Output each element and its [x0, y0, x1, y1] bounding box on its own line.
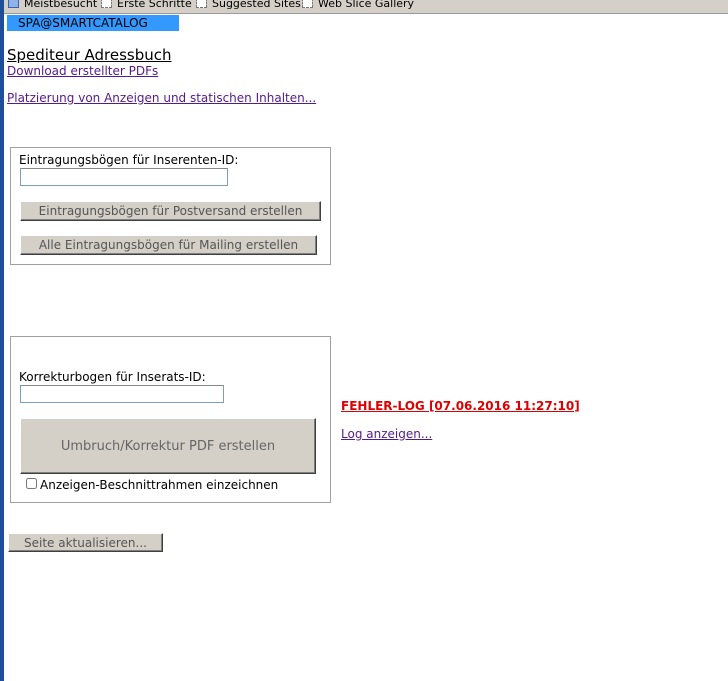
- error-log-link[interactable]: FEHLER-LOG [07.06.2016 11:27:10]: [341, 399, 580, 413]
- create-mailing-forms-button[interactable]: Alle Eintragungsbögen für Mailing erstel…: [20, 235, 317, 255]
- crop-frame-label: Anzeigen-Beschnittrahmen einzeichnen: [40, 478, 279, 492]
- advertiser-id-input[interactable]: [20, 168, 228, 186]
- show-log-link[interactable]: Log anzeigen...: [341, 427, 432, 441]
- bookmark-label: Web Slice Gallery: [318, 0, 415, 10]
- page-icon: [8, 0, 19, 8]
- page-title: Spediteur Adressbuch: [7, 46, 172, 64]
- advertiser-id-label: Eintragungsbögen für Inserenten-ID:: [19, 153, 239, 167]
- bookmark-web-slice-gallery[interactable]: Web Slice Gallery: [302, 0, 414, 11]
- create-postal-forms-button[interactable]: Eintragungsbögen für Postversand erstell…: [20, 201, 321, 221]
- bookmark-icon: [101, 0, 112, 8]
- crop-frame-checkbox[interactable]: [26, 478, 37, 489]
- correction-panel: Korrekturbogen für Inserats-ID: Umbruch/…: [10, 336, 331, 503]
- app-banner: SPA@SMARTCATALOG: [7, 15, 179, 31]
- ad-id-input[interactable]: [20, 385, 224, 403]
- create-correction-pdf-button[interactable]: Umbruch/Korrektur PDF erstellen: [20, 418, 316, 474]
- bookmark-label: Erste Schritte: [117, 0, 192, 10]
- ad-id-label: Korrekturbogen für Inserats-ID:: [19, 370, 206, 384]
- bookmark-most-visited[interactable]: Meistbesucht: [8, 0, 97, 11]
- download-pdfs-link[interactable]: Download erstellter PDFs: [7, 64, 158, 78]
- bookmark-label: Meistbesucht: [24, 0, 98, 10]
- bookmark-suggested-sites[interactable]: Suggested Sites: [196, 0, 301, 11]
- bookmark-icon: [302, 0, 313, 8]
- bookmark-icon: [196, 0, 207, 8]
- entry-forms-panel: Eintragungsbögen für Inserenten-ID: Eint…: [10, 147, 331, 265]
- bookmarks-toolbar: Meistbesucht Erste Schritte Suggested Si…: [4, 0, 728, 14]
- ad-placement-link[interactable]: Platzierung von Anzeigen und statischen …: [7, 91, 316, 105]
- window-left-border: [0, 0, 4, 681]
- bookmark-first-steps[interactable]: Erste Schritte: [101, 0, 192, 11]
- bookmark-label: Suggested Sites: [212, 0, 301, 10]
- refresh-page-button[interactable]: Seite aktualisieren...: [8, 533, 163, 552]
